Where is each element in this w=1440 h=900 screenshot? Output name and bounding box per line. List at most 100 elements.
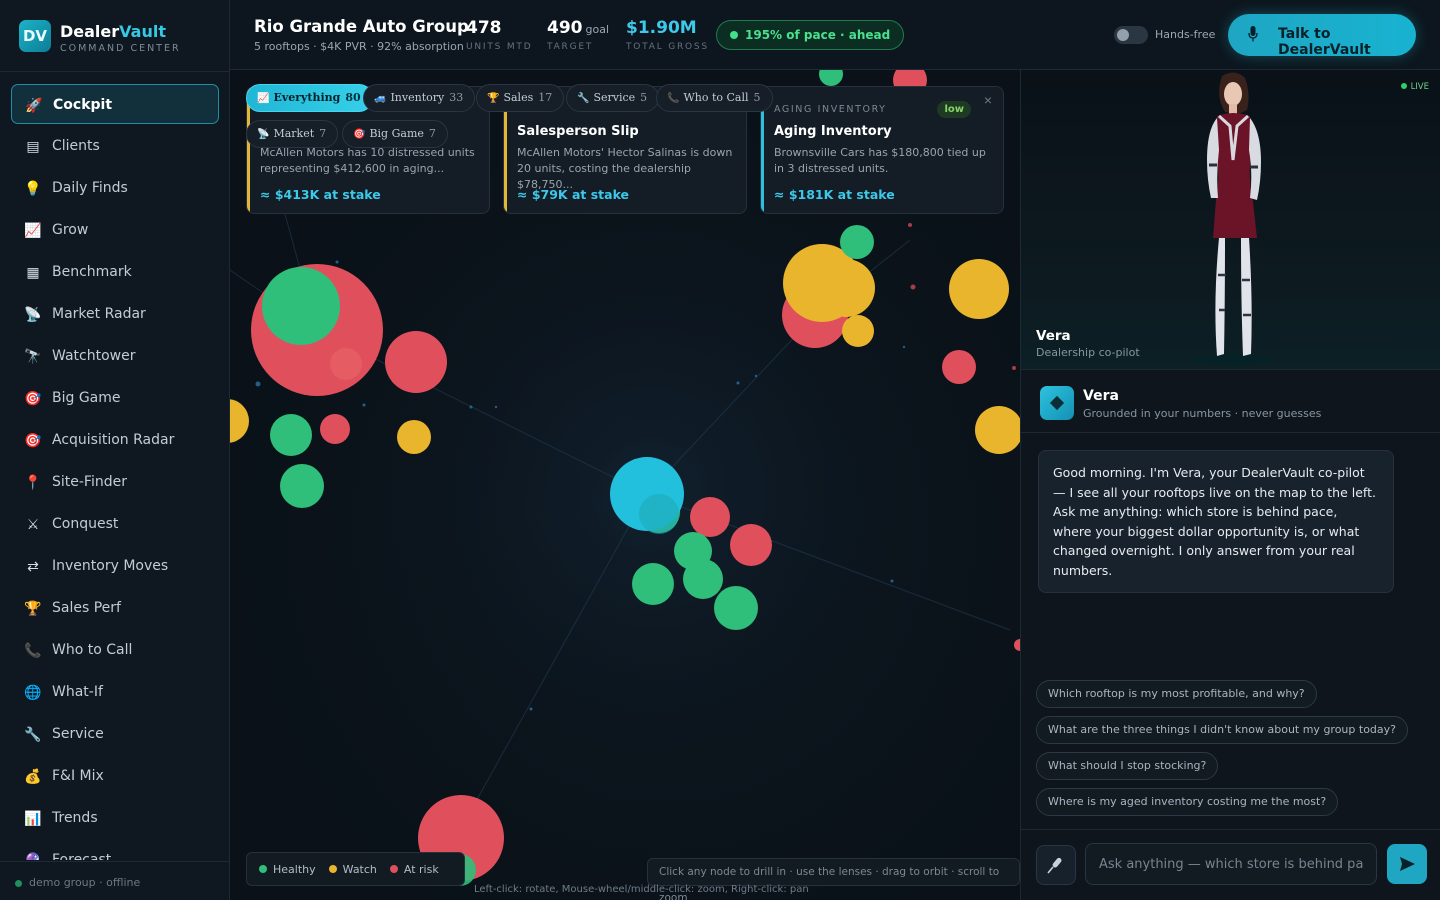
lens-chip-market[interactable]: 📡 Market 7	[246, 120, 339, 148]
lens-chip-everything[interactable]: 📈 Everything 80	[246, 84, 373, 112]
lens-count: 5	[640, 91, 648, 104]
trophy-icon: 🏆	[487, 93, 500, 104]
sidebar-item-acquisition-radar[interactable]: 🎯 Acquisition Radar	[11, 420, 219, 460]
hands-free-toggle[interactable]	[1114, 26, 1148, 44]
card-description: McAllen Motors has 10 distressed units r…	[260, 146, 475, 175]
card-kicker: AGING INVENTORY	[774, 104, 887, 115]
brand: DV DealerVault COMMAND CENTER	[0, 0, 230, 72]
card-title: Salesperson Slip	[517, 124, 639, 139]
target-icon: 🎯	[24, 390, 42, 406]
suggestion-chip[interactable]: What are the three things I didn't know …	[1036, 716, 1408, 744]
legend-swatch	[328, 865, 337, 873]
sidebar-item-label: Inventory Moves	[52, 558, 169, 574]
sidebar-item-sales-perf[interactable]: 🏆 Sales Perf	[11, 588, 219, 628]
sidebar-item-label: Market Radar	[52, 306, 146, 322]
microphone-icon	[1047, 857, 1062, 874]
wrench-icon: 🔧	[24, 726, 42, 742]
close-icon[interactable]: ×	[981, 93, 995, 107]
voice-input-button[interactable]	[1036, 845, 1076, 885]
lens-count: 33	[449, 91, 464, 104]
card-stake: ≈ $413K at stake	[260, 187, 381, 202]
legend-swatch	[259, 865, 267, 873]
sidebar-item-what-if[interactable]: 🌐 What-If	[11, 672, 219, 712]
assistant-header: Vera Grounded in your numbers · never gu…	[1021, 370, 1440, 433]
lens-chip-service[interactable]: 🔧 Service 5	[566, 84, 660, 112]
sidebar-item-forecast[interactable]: 🔮 Forecast	[11, 840, 219, 860]
legend-swatch	[389, 865, 398, 873]
phone-icon: 📞	[24, 642, 42, 658]
sidebar-item-trends[interactable]: 📊 Trends	[11, 798, 219, 838]
sidebar-item-grow[interactable]: 📈 Grow	[11, 210, 219, 250]
lens-label: Inventory	[390, 91, 445, 104]
lens-count: 5	[753, 91, 761, 104]
orbit-controls-hint: Left-click: rotate, Mouse-wheel/middle-c…	[474, 884, 809, 895]
trophy-icon: 🏆	[24, 600, 42, 616]
sidebar-item-clients[interactable]: ▤ Clients	[11, 126, 219, 166]
sidebar-item-benchmark[interactable]: ▦ Benchmark	[11, 252, 219, 292]
suggestion-chip[interactable]: Which rooftop is my most profitable, and…	[1036, 680, 1317, 708]
sidebar-item-conquest[interactable]: ⚔ Conquest	[11, 504, 219, 544]
card-stake: ≈ $79K at stake	[517, 187, 630, 202]
chart-up-icon: 📈	[24, 222, 42, 238]
rocket-icon: 🚀	[25, 97, 43, 113]
lens-count: 7	[319, 127, 327, 140]
sidebar-item-watchtower[interactable]: 🔭 Watchtower	[11, 336, 219, 376]
sidebar-item-daily-finds[interactable]: 💡 Daily Finds	[11, 168, 219, 208]
sidebar-item-label: Grow	[52, 222, 89, 238]
lens-count: 80	[345, 91, 361, 104]
lens-chip-who-to-call[interactable]: 📞 Who to Call 5	[656, 84, 773, 112]
card-title: Aging Inventory	[774, 124, 892, 139]
avatar-stage: LIVE Vera Dealership co-pilot	[1021, 70, 1440, 370]
sidebar-item-f-i-mix[interactable]: 💰 F&I Mix	[11, 756, 219, 796]
lens-chip-big-game[interactable]: 🎯 Big Game 7	[342, 120, 448, 148]
send-button[interactable]	[1387, 844, 1427, 884]
satellite-icon: 📡	[24, 306, 42, 322]
sidebar-nav: 🚀 Cockpit ▤ Clients 💡 Daily Finds 📈 Grow ▦ Benchm…	[0, 84, 230, 860]
pace-badge: 195% of pace · ahead	[716, 20, 905, 50]
lens-chip-sales[interactable]: 🏆 Sales 17	[476, 84, 565, 112]
satellite-icon: 📡	[257, 129, 270, 140]
legend: Healthy Watch At risk	[246, 852, 465, 886]
status-dot	[15, 880, 22, 887]
insight-card-aging-inventory[interactable]: AGING INVENTORY Aging Inventory Brownsvi…	[760, 86, 1004, 214]
sidebar-item-label: What-If	[52, 684, 103, 700]
sidebar-item-inventory-moves[interactable]: ⇄ Inventory Moves	[11, 546, 219, 586]
shuffle-icon: ⇄	[27, 558, 39, 574]
rooftop-map[interactable]: McAllen Motors has 10 distressed units r…	[230, 70, 1020, 900]
lens-count: 17	[538, 91, 553, 104]
legend-item-at-risk: At risk	[389, 863, 439, 876]
checkered-flag-icon: ▦	[26, 264, 40, 280]
sidebar-item-market-radar[interactable]: 📡 Market Radar	[11, 294, 219, 334]
card-description: McAllen Motors' Hector Salinas is down 2…	[517, 146, 733, 191]
assistant-panel: LIVE Vera Dealership co-pilot Vera Groun…	[1020, 70, 1440, 900]
avatar-name: Vera	[1036, 328, 1071, 344]
group-subtitle: 5 rooftops · $4K PVR · 92% absorption	[254, 40, 464, 53]
status-text: demo group · offline	[29, 876, 141, 889]
brand-name: DealerVault	[60, 22, 166, 41]
assistant-tagline: Grounded in your numbers · never guesses	[1083, 407, 1322, 420]
card-description: Brownsville Cars has $180,800 tied up in…	[774, 146, 986, 175]
talk-button[interactable]: Talk to DealerVault	[1228, 14, 1416, 58]
bar-chart-icon: 📊	[24, 810, 42, 826]
sidebar-item-site-finder[interactable]: 📍 Site-Finder	[11, 462, 219, 502]
sidebar-item-cockpit[interactable]: 🚀 Cockpit	[11, 84, 219, 124]
sidebar-item-who-to-call[interactable]: 📞 Who to Call	[11, 630, 219, 670]
chart-icon: 📈	[257, 93, 270, 104]
chat-input[interactable]	[1085, 843, 1377, 885]
kpi-gross: $1.90M TOTAL GROSS	[626, 18, 709, 52]
suggestion-chip[interactable]: Where is my aged inventory costing me th…	[1036, 788, 1339, 816]
lens-label: Big Game	[369, 127, 424, 140]
pin-icon: 📍	[24, 474, 42, 490]
sidebar-item-label: Watchtower	[52, 348, 136, 364]
sidebar-item-label: F&I Mix	[52, 768, 104, 784]
lens-chip-inventory[interactable]: 🚙 Inventory 33	[363, 84, 476, 112]
telescope-icon: 🔭	[24, 348, 42, 364]
sidebar-item-label: Conquest	[52, 516, 119, 532]
sidebar-item-label: Sales Perf	[52, 600, 121, 616]
suggestion-chip[interactable]: What should I stop stocking?	[1036, 752, 1219, 780]
sidebar-item-big-game[interactable]: 🎯 Big Game	[11, 378, 219, 418]
assistant-message: Good morning. I'm Vera, your DealerVault…	[1038, 450, 1394, 593]
top-header: Rio Grande Auto Group 5 rooftops · $4K P…	[230, 0, 1440, 70]
sidebar-item-label: Who to Call	[52, 642, 133, 658]
sidebar-item-service[interactable]: 🔧 Service	[11, 714, 219, 754]
